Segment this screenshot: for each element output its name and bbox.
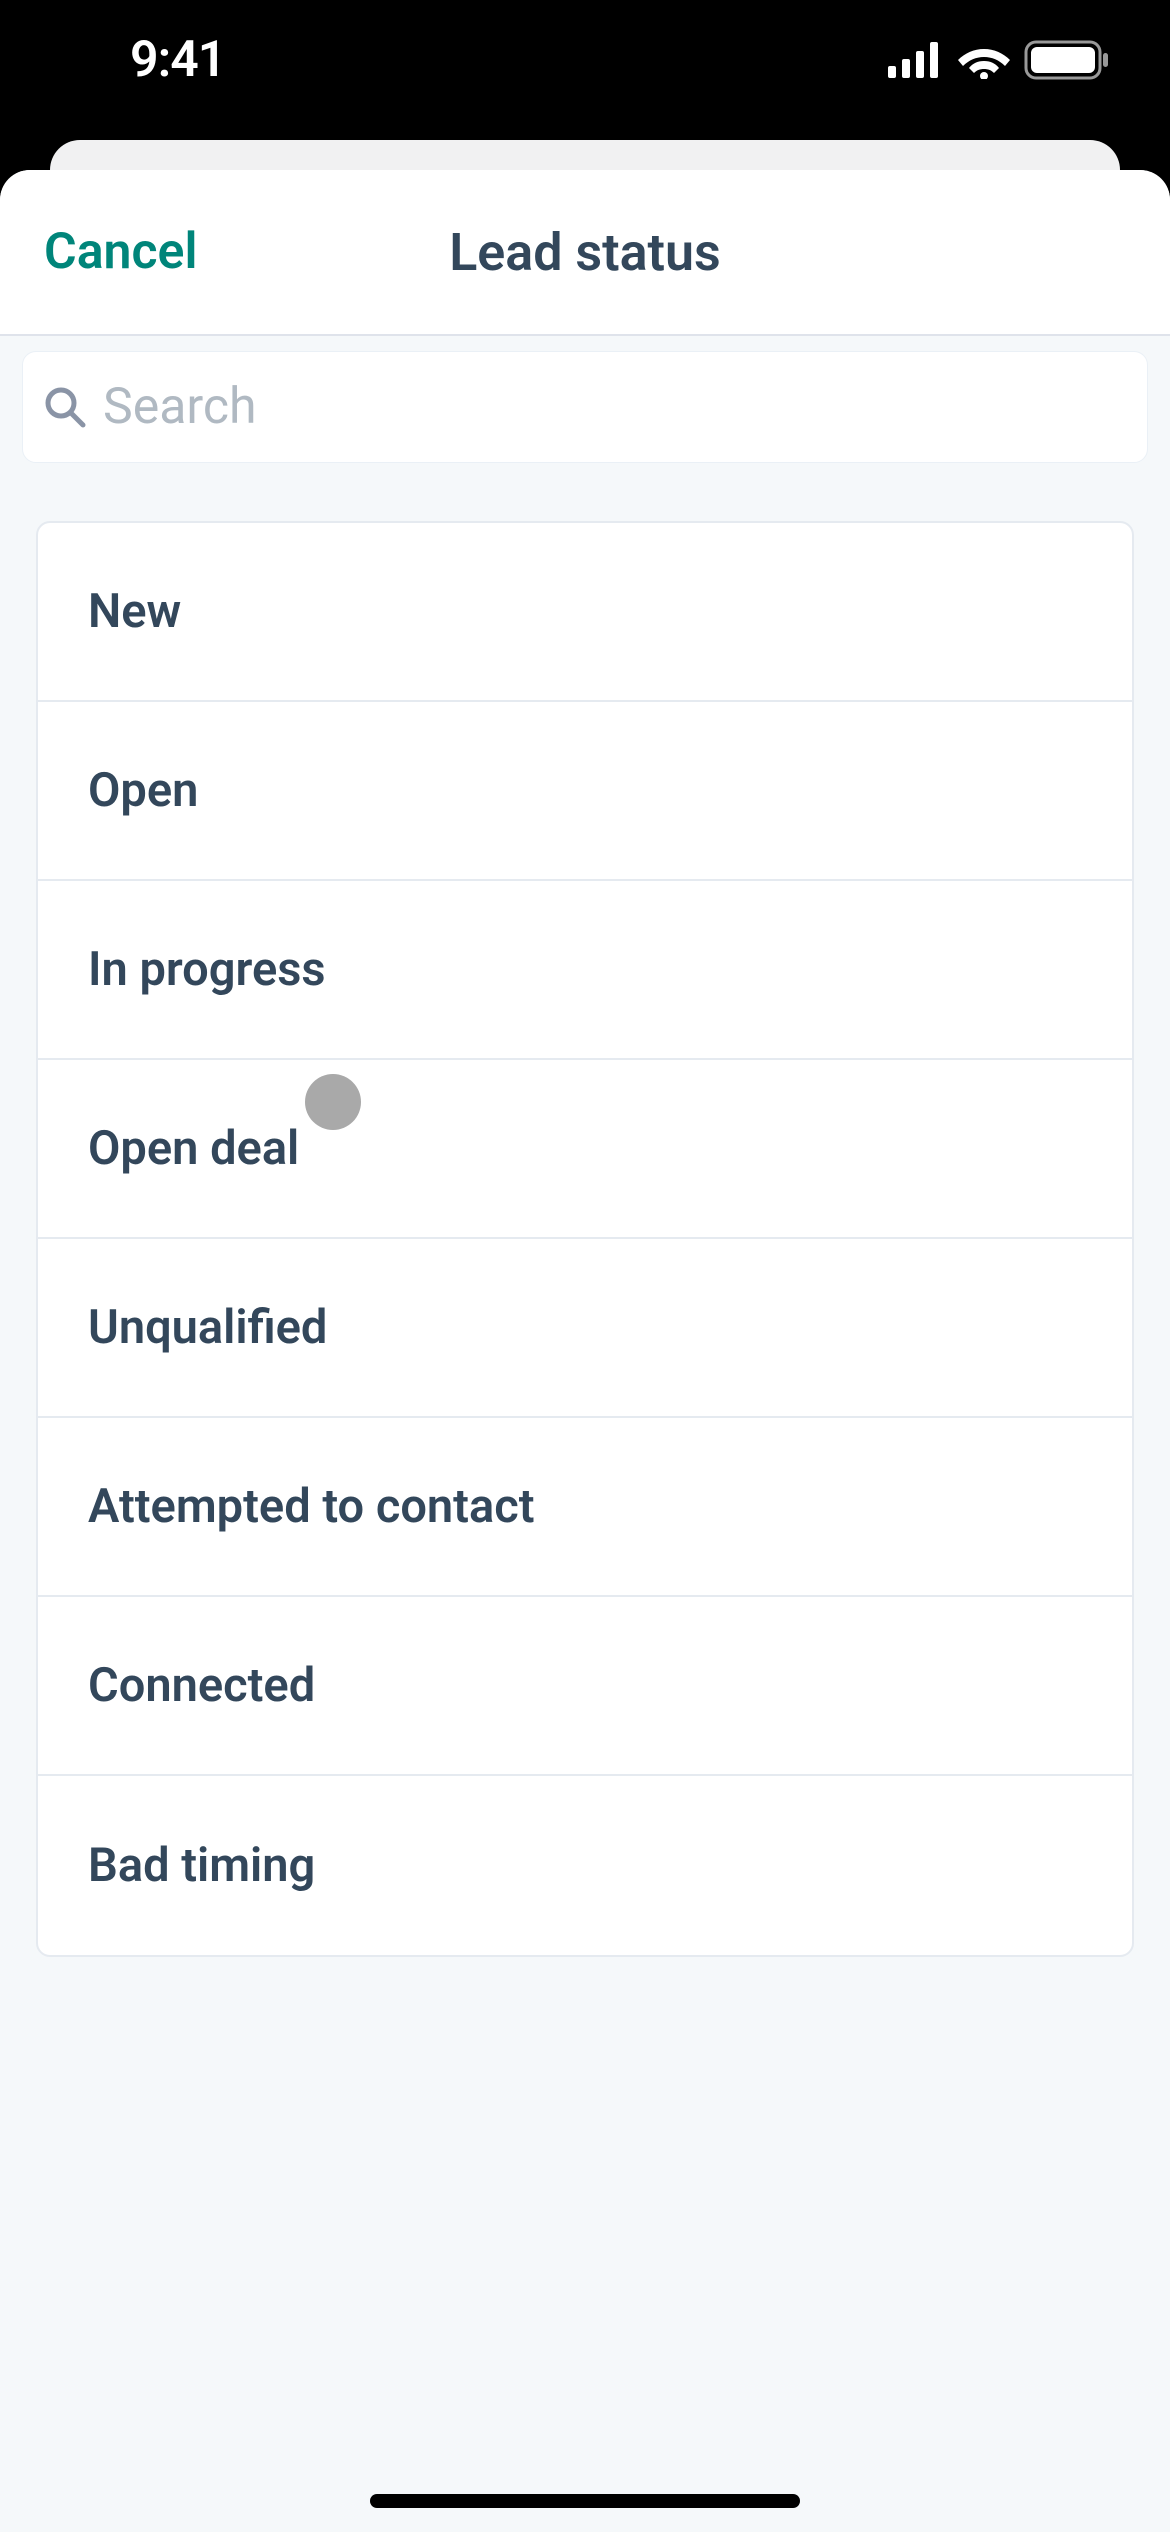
- cancel-button[interactable]: Cancel: [44, 223, 197, 281]
- option-in-progress[interactable]: In progress: [38, 881, 1132, 1060]
- content-area: New Open In progress Open deal Unqualifi…: [0, 485, 1170, 2532]
- option-label: Attempted to contact: [88, 1479, 535, 1534]
- option-label: Connected: [88, 1658, 315, 1713]
- wifi-icon: [958, 41, 1010, 79]
- option-label: Open: [88, 763, 198, 818]
- page-title: Lead status: [449, 222, 721, 283]
- cellular-icon: [888, 42, 944, 78]
- search-container: [0, 336, 1170, 485]
- option-label: Unqualified: [88, 1300, 327, 1355]
- modal-sheet: Cancel Lead status New Open In progress …: [0, 170, 1170, 2532]
- option-label: In progress: [88, 942, 326, 997]
- option-label: Open deal: [88, 1121, 299, 1176]
- battery-icon: [1024, 40, 1110, 80]
- option-connected[interactable]: Connected: [38, 1597, 1132, 1776]
- option-open-deal[interactable]: Open deal: [38, 1060, 1132, 1239]
- sheet-header: Cancel Lead status: [0, 170, 1170, 336]
- option-label: Bad timing: [88, 1838, 315, 1893]
- search-icon: [43, 385, 87, 429]
- option-unqualified[interactable]: Unqualified: [38, 1239, 1132, 1418]
- option-new[interactable]: New: [38, 523, 1132, 702]
- touch-indicator-icon: [305, 1074, 361, 1130]
- search-box[interactable]: [22, 351, 1148, 463]
- option-bad-timing[interactable]: Bad timing: [38, 1776, 1132, 1955]
- home-indicator[interactable]: [370, 2494, 800, 2508]
- options-list: New Open In progress Open deal Unqualifi…: [36, 521, 1134, 1957]
- status-bar: 9:41: [0, 0, 1170, 140]
- status-icons: [888, 40, 1110, 80]
- option-label: New: [88, 584, 181, 639]
- option-attempted-to-contact[interactable]: Attempted to contact: [38, 1418, 1132, 1597]
- option-open[interactable]: Open: [38, 702, 1132, 881]
- search-input[interactable]: [103, 378, 1127, 436]
- status-time: 9:41: [60, 31, 225, 89]
